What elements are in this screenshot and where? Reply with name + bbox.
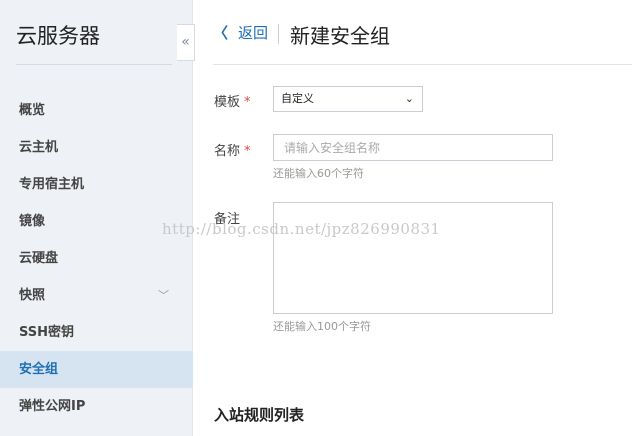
- name-hint: 还能输入60个字符: [273, 167, 364, 180]
- note-label: 备注: [214, 212, 241, 227]
- name-input[interactable]: [273, 134, 553, 161]
- sidebar-item-elastic-ip[interactable]: 弹性公网IP: [0, 388, 193, 425]
- inbound-rules-title: 入站规则列表: [214, 406, 305, 424]
- name-label-text: 名称: [214, 144, 241, 159]
- sidebar-divider: [16, 64, 172, 65]
- name-label: 名称 *: [214, 140, 251, 159]
- sidebar-item-label: 快照: [19, 288, 46, 303]
- template-select[interactable]: 自定义 ⌄: [273, 86, 423, 112]
- chevron-left-icon: 〈: [213, 24, 229, 42]
- note-textarea[interactable]: [273, 202, 553, 314]
- chevron-down-icon: ⌄: [404, 92, 414, 105]
- sidebar-item-cloud-host[interactable]: 云主机: [0, 129, 193, 166]
- back-link[interactable]: 〈返回: [213, 22, 268, 43]
- double-chevron-left-icon: «: [181, 34, 190, 50]
- page-header: 〈返回 新建安全组: [193, 0, 632, 66]
- sidebar-item-snapshot[interactable]: 快照 ﹀: [0, 277, 193, 314]
- sidebar-item-security-group[interactable]: 安全组: [0, 351, 193, 388]
- sidebar-item-ssh-key[interactable]: SSH密钥: [0, 314, 193, 351]
- sidebar-item-dedicated-host[interactable]: 专用宿主机: [0, 166, 193, 203]
- back-label: 返回: [238, 24, 269, 42]
- sidebar-item-overview[interactable]: 概览: [0, 92, 193, 129]
- template-label: 模板 *: [214, 91, 251, 110]
- chevron-down-icon: ﹀: [158, 289, 169, 302]
- template-label-text: 模板: [214, 95, 241, 110]
- sidebar-title: 云服务器: [16, 24, 100, 48]
- header-line: [213, 64, 632, 65]
- header-divider: [278, 24, 279, 44]
- sidebar-item-image[interactable]: 镜像: [0, 203, 193, 240]
- page-title: 新建安全组: [290, 24, 390, 48]
- template-selected-value: 自定义: [281, 92, 314, 105]
- note-hint: 还能输入100个字符: [273, 320, 371, 333]
- sidebar: 云服务器 概览 云主机 专用宿主机 镜像 云硬盘 快照 ﹀ SSH密钥 安全组 …: [0, 0, 193, 436]
- sidebar-item-cloud-disk[interactable]: 云硬盘: [0, 240, 193, 277]
- required-mark: *: [244, 95, 251, 110]
- required-mark: *: [244, 144, 251, 159]
